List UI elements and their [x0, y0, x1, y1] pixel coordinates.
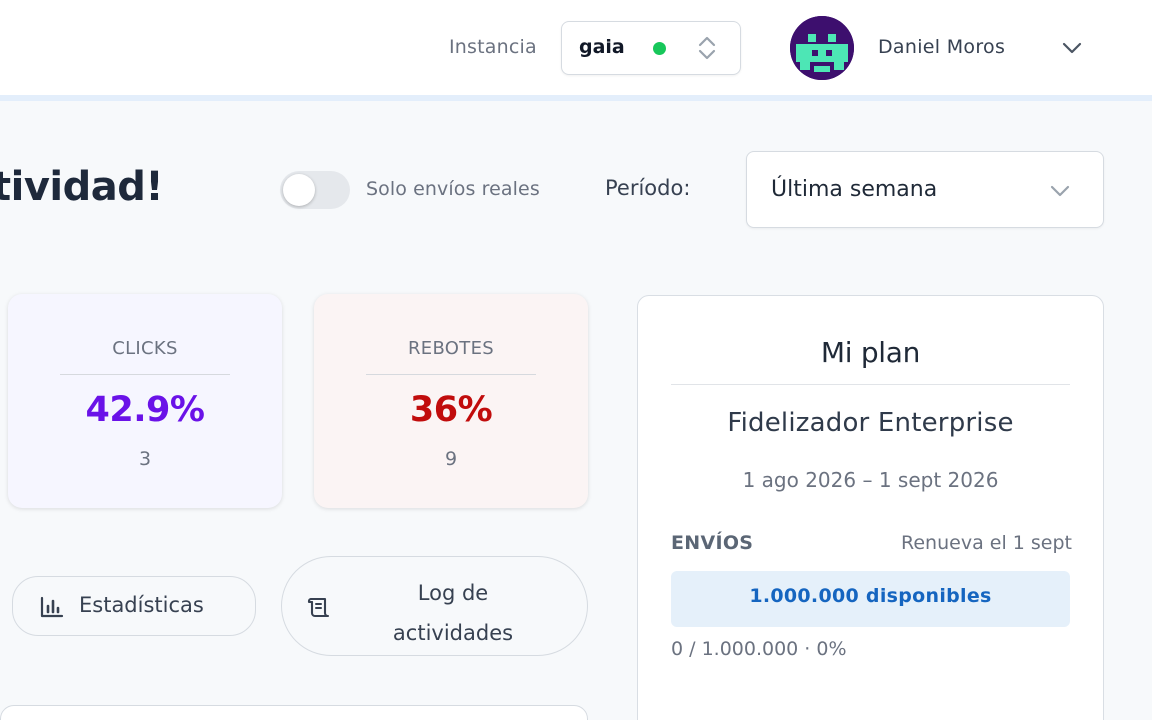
plan-card: Mi plan Fidelizador Enterprise 1 ago 202…	[637, 295, 1104, 720]
instance-status-dot	[653, 42, 666, 55]
statistics-button-label: Estadísticas	[79, 593, 204, 617]
instance-label: Instancia	[449, 36, 537, 58]
period-select[interactable]: Última semana	[746, 151, 1104, 228]
period-label: Período:	[605, 176, 691, 200]
top-bar-divider	[0, 95, 1152, 101]
instance-select[interactable]: gaia	[561, 21, 741, 75]
stat-divider	[60, 374, 230, 375]
sends-label: ENVÍOS	[671, 532, 754, 554]
chevron-down-icon[interactable]	[1060, 38, 1084, 58]
stat-count: 3	[138, 448, 152, 470]
activity-log-button-label: Log de actividades	[392, 581, 514, 645]
select-arrows-icon	[698, 36, 716, 60]
plan-title: Mi plan	[820, 336, 921, 369]
stat-card-rebotes: REBOTES 36% 9	[314, 294, 588, 508]
stat-divider	[366, 374, 536, 375]
real-sends-toggle[interactable]	[280, 171, 350, 209]
activity-log-button[interactable]: Log de actividades	[281, 556, 588, 656]
pixel-invader-avatar-icon	[790, 16, 854, 80]
chevron-down-icon	[1050, 185, 1070, 197]
stat-count: 9	[444, 448, 458, 470]
toggle-knob	[283, 174, 315, 206]
statistics-button[interactable]: Estadísticas	[12, 576, 256, 636]
stat-value: 42.9%	[85, 390, 205, 430]
available-sends: 1.000.000 disponibles	[749, 585, 992, 607]
plan-name: Fidelizador Enterprise	[727, 408, 1014, 438]
toggle-label: Solo envíos reales	[366, 178, 540, 200]
stat-card-clicks: CLICKS 42.9% 3	[8, 294, 282, 508]
instance-value: gaia	[579, 36, 625, 58]
page-title: tividad!	[0, 164, 164, 210]
scroll-icon	[307, 597, 330, 618]
avatar[interactable]	[790, 16, 854, 80]
period-value: Última semana	[771, 177, 938, 202]
plan-dates: 1 ago 2026 – 1 sept 2026	[742, 468, 999, 492]
user-name[interactable]: Daniel Moros	[878, 36, 1005, 58]
content-card	[0, 705, 588, 720]
sends-usage-bar: 1.000.000 disponibles	[671, 571, 1070, 627]
stat-title: REBOTES	[408, 338, 494, 359]
renew-text: Renueva el 1 sept	[901, 532, 1072, 554]
plan-divider	[671, 384, 1070, 385]
bar-chart-icon	[40, 596, 64, 618]
stat-value: 36%	[409, 390, 493, 430]
top-bar: Instancia gaia Daniel Moros	[0, 0, 1152, 95]
stat-title: CLICKS	[112, 338, 178, 359]
usage-text: 0 / 1.000.000 · 0%	[671, 638, 847, 660]
